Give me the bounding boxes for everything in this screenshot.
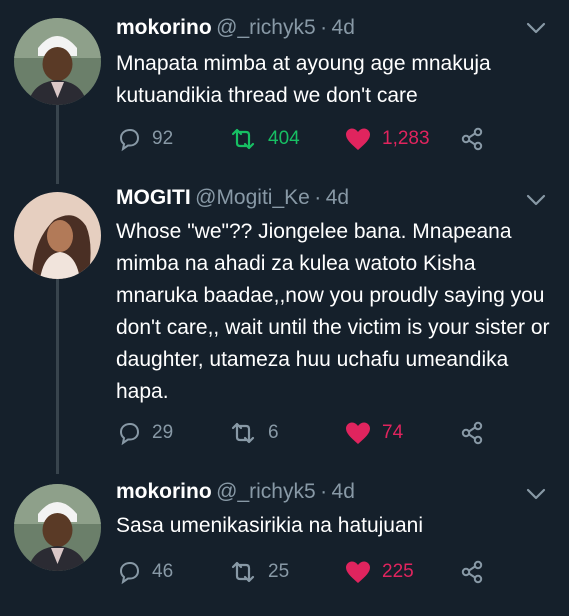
separator-dot: · [314,186,322,209]
like-count: 74 [382,422,404,443]
like-button[interactable]: 1,283 [344,124,430,154]
avatar-man-icon [14,484,101,571]
share-icon [461,560,483,584]
retweet-icon [231,422,255,444]
heart-icon [346,422,370,444]
tweet-actions: 46 25 225 [116,557,556,587]
heart-icon [346,128,370,150]
retweet-count: 25 [268,561,290,582]
like-count: 225 [382,561,414,582]
reply-button[interactable]: 46 [116,557,173,587]
reply-count: 29 [152,422,174,443]
like-button[interactable]: 225 [344,557,414,587]
tweet-text: Whose "we"?? Jiongelee bana. Mnapeana mi… [116,220,550,403]
retweet-button[interactable]: 25 [228,557,289,587]
tweet-text: Sasa umenikasirikia na hatujuani [116,514,424,537]
like-count: 1,283 [382,128,430,149]
tweet-header: MOGITI @Mogiti_Ke · 4d [116,186,349,220]
display-name[interactable]: mokorino [116,16,212,39]
reply-icon [119,561,140,585]
like-button[interactable]: 74 [344,418,403,448]
display-name[interactable]: mokorino [116,480,212,503]
retweet-button[interactable]: 404 [228,124,300,154]
tweet[interactable]: MOGITI @Mogiti_Ke · 4d Whose "we"?? Jion… [0,184,569,464]
share-button[interactable] [459,418,485,448]
handle[interactable]: @Mogiti_Ke [195,186,310,209]
chevron-down-icon[interactable] [525,20,547,36]
tweet-header: mokorino @_richyk5 · 4d [116,16,355,50]
reply-count: 92 [152,128,174,149]
retweet-icon [231,561,255,583]
reply-icon [119,422,140,446]
separator-dot: · [320,480,328,503]
reply-button[interactable]: 92 [116,124,173,154]
tweet-header: mokorino @_richyk5 · 4d [116,480,355,514]
handle[interactable]: @_richyk5 [216,16,316,39]
share-icon [461,421,483,445]
display-name[interactable]: MOGITI [116,186,191,209]
handle[interactable]: @_richyk5 [216,480,316,503]
timestamp[interactable]: 4d [332,16,355,39]
tweet-actions: 92 404 1,283 [116,124,556,154]
avatar[interactable] [14,192,101,279]
retweet-button[interactable]: 6 [228,418,279,448]
tweet-text: Mnapata mimba at ayoung age mnakuja kutu… [116,52,491,107]
avatar[interactable] [14,18,101,105]
chevron-down-icon[interactable] [525,486,547,502]
tweet[interactable]: mokorino @_richyk5 · 4d Sasa umenikasiri… [0,478,569,608]
separator-dot: · [320,16,328,39]
retweet-count: 6 [268,422,279,443]
chevron-down-icon[interactable] [525,192,547,208]
timestamp[interactable]: 4d [326,186,349,209]
retweet-count: 404 [268,128,300,149]
share-button[interactable] [459,124,485,154]
reply-icon [119,128,140,152]
avatar[interactable] [14,484,101,571]
reply-count: 46 [152,561,174,582]
reply-button[interactable]: 29 [116,418,173,448]
share-icon [461,127,483,151]
avatar-woman-icon [14,192,101,279]
avatar-man-icon [14,18,101,105]
share-button[interactable] [459,557,485,587]
timeline: mokorino @_richyk5 · 4d Mnapata mimba at… [0,0,569,616]
retweet-icon [231,128,255,150]
tweet[interactable]: mokorino @_richyk5 · 4d Mnapata mimba at… [0,12,569,162]
heart-icon [346,561,370,583]
timestamp[interactable]: 4d [332,480,355,503]
tweet-actions: 29 6 74 [116,418,556,448]
